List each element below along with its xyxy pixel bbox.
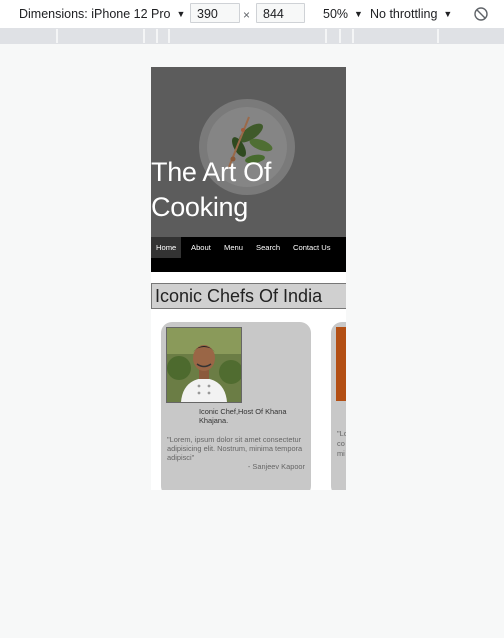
nav-item-contact[interactable]: Contact Us [288,237,336,258]
mq-divider [325,29,327,43]
zoom-dropdown[interactable]: 50% ▼ [323,0,363,28]
device-toolbar: Dimensions: iPhone 12 Pro ▼ 390 × 844 50%… [0,0,504,28]
main-nav: Home About Menu Search Contact Us [151,237,346,272]
chevron-down-icon: ▼ [354,9,363,19]
mq-divider [352,29,354,43]
chef-author: - Sanjeev Kapoor [247,462,305,471]
height-input[interactable]: 844 [256,3,305,23]
chef-photo [166,327,242,403]
zoom-label: 50% [323,7,349,21]
nav-item-search[interactable]: Search [251,237,285,258]
chevron-down-icon: ▼ [176,9,186,19]
times-sign: × [243,8,251,22]
chef-role: Iconic Chef,Host Of Khana Khajana. [199,407,287,425]
nav-item-home[interactable]: Home [151,237,182,258]
chevron-down-icon: ▼ [443,9,453,19]
chef-quote: "Lorem, ipsum dolor sit amet consectetur… [167,435,303,462]
mq-divider [56,29,58,43]
width-input[interactable]: 390 [190,3,240,23]
media-query-bar[interactable] [0,28,504,44]
nav-item-menu[interactable]: Menu [219,237,248,258]
mq-divider [437,29,439,43]
throttling-label: No throttling [370,7,438,21]
mq-divider [168,29,170,43]
dimensions-label: Dimensions: iPhone 12 Pro [19,7,171,21]
dimensions-dropdown[interactable]: Dimensions: iPhone 12 Pro ▼ [19,0,185,28]
nav-item-about[interactable]: About [186,237,216,258]
mq-divider [143,29,145,43]
chef-card: Iconic Chef,Host Of Khana Khajana. "Lore… [161,322,311,490]
mq-divider [156,29,158,43]
device-viewport[interactable]: The Art Of Cooking Home About Menu Searc… [151,67,346,490]
throttling-dropdown[interactable]: No throttling ▼ [370,0,452,28]
rotate-icon[interactable] [473,6,489,22]
chef-photo [336,327,346,401]
section-title: Iconic Chefs Of India [151,283,346,309]
mq-divider [339,29,341,43]
hero-title: The Art Of Cooking [151,157,272,222]
chef-card: "Lo co mi [331,322,346,490]
hero-banner: The Art Of Cooking [151,67,346,237]
chef-quote: "Lo co mi [337,429,346,458]
